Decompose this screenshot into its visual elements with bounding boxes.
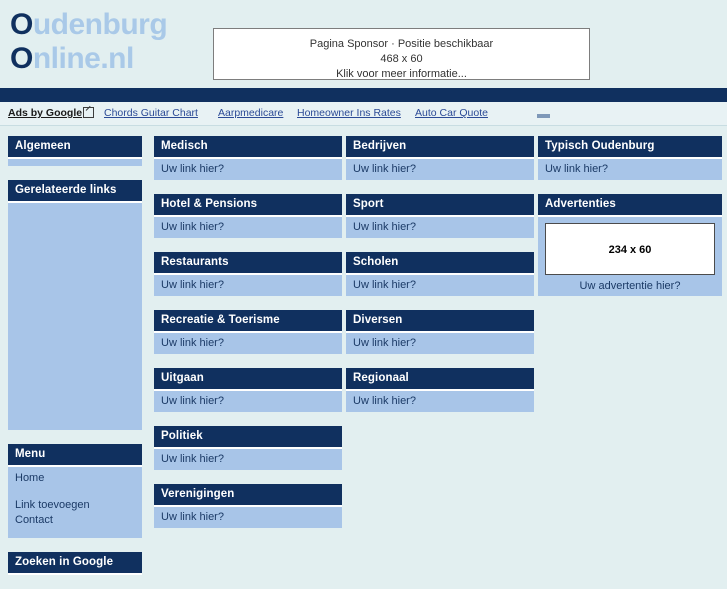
panel-algemeen-title[interactable]: Algemeen — [8, 136, 142, 159]
link-placeholder[interactable]: Uw link hier? — [161, 221, 224, 233]
panel-zoeken-in-google: Zoeken in Google — [8, 552, 142, 575]
panel-regionaal-title[interactable]: Regionaal — [346, 368, 534, 391]
menu-item-home[interactable]: Home — [15, 471, 135, 486]
panel-gerelateerde-links-title[interactable]: Gerelateerde links — [8, 180, 142, 203]
link-placeholder[interactable]: Uw link hier? — [353, 221, 416, 233]
panel-verenigingen: Verenigingen Uw link hier? — [154, 484, 342, 528]
ad-link-homeowner-ins-rates[interactable]: Homeowner Ins Rates — [297, 107, 401, 119]
panel-sport-title[interactable]: Sport — [346, 194, 534, 217]
link-placeholder[interactable]: Uw link hier? — [161, 453, 224, 465]
ad-caption[interactable]: Uw advertentie hier? — [544, 280, 716, 292]
panel-typisch-oudenburg-body: Uw link hier? — [538, 159, 722, 180]
category-column-one: Medisch Uw link hier? Hotel & Pensions U… — [154, 136, 342, 542]
logo-rest-2: nline.nl — [32, 42, 135, 75]
ad-link-aarpmedicare[interactable]: Aarpmedicare — [218, 107, 283, 119]
panel-bedrijven-body: Uw link hier? — [346, 159, 534, 180]
panel-gerelateerde-links: Gerelateerde links — [8, 180, 142, 430]
panel-regionaal: Regionaal Uw link hier? — [346, 368, 534, 412]
panel-sport: Sport Uw link hier? — [346, 194, 534, 238]
panel-scholen-body: Uw link hier? — [346, 275, 534, 296]
panel-restaurants: Restaurants Uw link hier? — [154, 252, 342, 296]
panel-hotel-pensions: Hotel & Pensions Uw link hier? — [154, 194, 342, 238]
logo-rest-1: udenburg — [32, 8, 168, 41]
sponsor-banner[interactable]: Pagina Sponsor · Positie beschikbaar 468… — [213, 28, 590, 80]
ads-by-google-label[interactable]: Ads by Google — [8, 107, 82, 119]
panel-restaurants-title[interactable]: Restaurants — [154, 252, 342, 275]
panel-advertenties-body: 234 x 60 Uw advertentie hier? — [538, 217, 722, 296]
sponsor-line-1: Pagina Sponsor · Positie beschikbaar — [309, 38, 494, 50]
panel-uitgaan-title[interactable]: Uitgaan — [154, 368, 342, 391]
link-placeholder[interactable]: Uw link hier? — [545, 163, 608, 175]
panel-algemeen-body — [8, 159, 142, 166]
ads-bar-dash-marker — [537, 114, 550, 118]
panel-recreatie-toerisme: Recreatie & Toerisme Uw link hier? — [154, 310, 342, 354]
panel-scholen: Scholen Uw link hier? — [346, 252, 534, 296]
panel-medisch-body: Uw link hier? — [154, 159, 342, 180]
external-link-icon[interactable] — [83, 107, 94, 118]
link-placeholder[interactable]: Uw link hier? — [353, 337, 416, 349]
panel-politiek: Politiek Uw link hier? — [154, 426, 342, 470]
panel-recreatie-toerisme-title[interactable]: Recreatie & Toerisme — [154, 310, 342, 333]
panel-gerelateerde-links-body — [8, 203, 142, 430]
page-header: Oudenburg Online.nl Pagina Sponsor · Pos… — [0, 0, 727, 88]
panel-hotel-pensions-body: Uw link hier? — [154, 217, 342, 238]
panel-typisch-oudenburg: Typisch Oudenburg Uw link hier? — [538, 136, 722, 180]
panel-verenigingen-title[interactable]: Verenigingen — [154, 484, 342, 507]
google-ads-bar: Ads by Google Chords Guitar Chart Aarpme… — [0, 102, 727, 126]
panel-uitgaan-body: Uw link hier? — [154, 391, 342, 412]
panel-menu: Menu Home Link toevoegen Contact — [8, 444, 142, 538]
panel-sport-body: Uw link hier? — [346, 217, 534, 238]
navy-divider-band — [0, 88, 727, 102]
sponsor-line-3: Klik voor meer informatie... — [336, 68, 467, 80]
panel-scholen-title[interactable]: Scholen — [346, 252, 534, 275]
panel-politiek-body: Uw link hier? — [154, 449, 342, 470]
panel-menu-body: Home Link toevoegen Contact — [8, 467, 142, 538]
panel-diversen: Diversen Uw link hier? — [346, 310, 534, 354]
menu-spacer — [15, 486, 135, 498]
category-column-three: Typisch Oudenburg Uw link hier? Adverten… — [538, 136, 722, 310]
logo-cap-2: O — [10, 42, 33, 75]
menu-item-contact[interactable]: Contact — [15, 513, 135, 528]
ad-slot-234x60[interactable]: 234 x 60 — [545, 223, 715, 275]
panel-advertenties: Advertenties 234 x 60 Uw advertentie hie… — [538, 194, 722, 296]
link-placeholder[interactable]: Uw link hier? — [161, 395, 224, 407]
link-placeholder[interactable]: Uw link hier? — [161, 337, 224, 349]
panel-uitgaan: Uitgaan Uw link hier? — [154, 368, 342, 412]
panel-diversen-title[interactable]: Diversen — [346, 310, 534, 333]
ad-link-auto-car-quote[interactable]: Auto Car Quote — [415, 107, 488, 119]
panel-typisch-oudenburg-title[interactable]: Typisch Oudenburg — [538, 136, 722, 159]
panel-restaurants-body: Uw link hier? — [154, 275, 342, 296]
panel-bedrijven: Bedrijven Uw link hier? — [346, 136, 534, 180]
panel-bedrijven-title[interactable]: Bedrijven — [346, 136, 534, 159]
panel-algemeen: Algemeen — [8, 136, 142, 166]
panel-politiek-title[interactable]: Politiek — [154, 426, 342, 449]
link-placeholder[interactable]: Uw link hier? — [161, 511, 224, 523]
panel-medisch: Medisch Uw link hier? — [154, 136, 342, 180]
panel-verenigingen-body: Uw link hier? — [154, 507, 342, 528]
panel-regionaal-body: Uw link hier? — [346, 391, 534, 412]
panel-advertenties-title[interactable]: Advertenties — [538, 194, 722, 217]
site-logo[interactable]: Oudenburg Online.nl — [10, 8, 168, 76]
panel-medisch-title[interactable]: Medisch — [154, 136, 342, 159]
panel-menu-title[interactable]: Menu — [8, 444, 142, 467]
sponsor-line-2: 468 x 60 — [380, 53, 423, 65]
panel-zoeken-in-google-title[interactable]: Zoeken in Google — [8, 552, 142, 575]
link-placeholder[interactable]: Uw link hier? — [353, 395, 416, 407]
link-placeholder[interactable]: Uw link hier? — [353, 279, 416, 291]
logo-cap-1: O — [10, 8, 33, 41]
menu-item-link-toevoegen[interactable]: Link toevoegen — [15, 498, 135, 513]
panel-diversen-body: Uw link hier? — [346, 333, 534, 354]
link-placeholder[interactable]: Uw link hier? — [161, 279, 224, 291]
panel-recreatie-toerisme-body: Uw link hier? — [154, 333, 342, 354]
link-placeholder[interactable]: Uw link hier? — [161, 163, 224, 175]
left-sidebar: Algemeen Gerelateerde links Menu Home Li… — [8, 136, 142, 589]
panel-hotel-pensions-title[interactable]: Hotel & Pensions — [154, 194, 342, 217]
ad-link-chords-guitar-chart[interactable]: Chords Guitar Chart — [104, 107, 198, 119]
category-column-two: Bedrijven Uw link hier? Sport Uw link hi… — [346, 136, 534, 426]
link-placeholder[interactable]: Uw link hier? — [353, 163, 416, 175]
